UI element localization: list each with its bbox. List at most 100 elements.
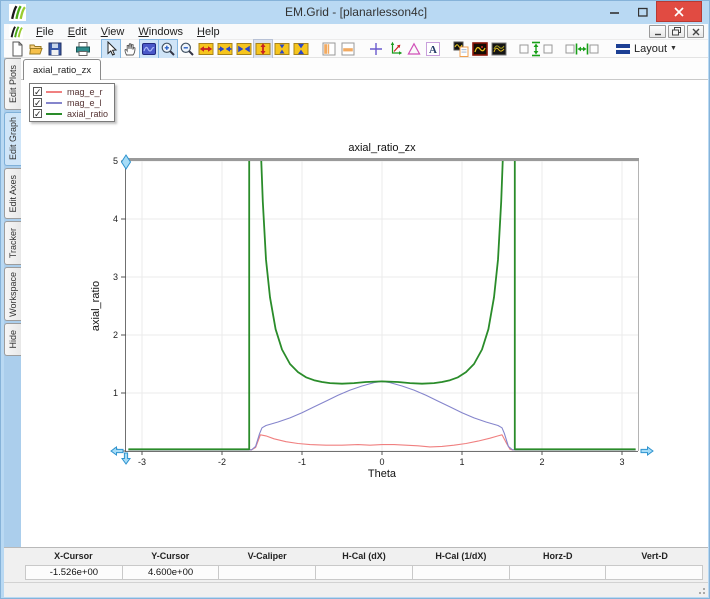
plot-overlay-dark-icon[interactable] (490, 40, 508, 58)
compress-x-icon[interactable] (216, 40, 234, 58)
edit-left-axis-icon[interactable] (320, 40, 338, 58)
header-x-cursor: X-Cursor (25, 551, 122, 564)
y-tick-label: 2 (113, 330, 118, 340)
open-file-icon[interactable] (27, 40, 45, 58)
compress-y-icon[interactable] (273, 40, 291, 58)
y-tick-label: 4 (113, 214, 118, 224)
expand-x-icon[interactable] (197, 40, 215, 58)
delta-marker-icon[interactable] (405, 40, 423, 58)
copy-plot-icon[interactable] (452, 40, 470, 58)
y-tick-label: 5 (113, 156, 118, 166)
app-window: EM.Grid - [planarlesson4c] File Edit Vie… (0, 0, 710, 599)
legend-item[interactable]: ✓ axial_ratio (33, 108, 108, 119)
side-tab-edit-plots[interactable]: Edit Plots (4, 58, 21, 110)
y-tick-label: 3 (113, 272, 118, 282)
side-tab-workspace[interactable]: Workspace (4, 267, 21, 321)
side-tab-edit-axes[interactable]: Edit Axes (4, 168, 21, 219)
add-cursor-icon[interactable] (367, 40, 385, 58)
value-x-cursor: -1.526e+00 (25, 565, 123, 580)
cursor-table-values: -1.526e+00 4.600e+00 (25, 565, 703, 580)
pointer-select-icon[interactable] (102, 40, 120, 58)
header-y-cursor: Y-Cursor (122, 551, 219, 564)
menu-edit[interactable]: Edit (61, 25, 94, 39)
value-h-cal-1dx (413, 565, 510, 580)
menu-bar: File Edit View Windows Help (4, 24, 708, 40)
tracker-arrow-top[interactable] (122, 155, 131, 169)
tracker-arrow-down[interactable] (122, 453, 130, 464)
legend-line-sample (46, 102, 62, 104)
menu-view[interactable]: View (94, 25, 132, 39)
edit-bottom-axis-icon[interactable] (339, 40, 357, 58)
legend-checkbox[interactable]: ✓ (33, 87, 42, 96)
zoom-out-icon[interactable] (178, 40, 196, 58)
zoom-in-icon[interactable] (159, 40, 177, 58)
pan-hand-icon[interactable] (121, 40, 139, 58)
layout-icon (615, 41, 631, 57)
mdi-window-buttons (649, 25, 704, 38)
x-tick-label: 0 (379, 457, 384, 467)
value-y-cursor: 4.600e+00 (123, 565, 220, 580)
mirror-y-icon[interactable] (292, 40, 310, 58)
zoom-region-icon[interactable] (140, 40, 158, 58)
plot-style-dark-icon[interactable] (471, 40, 489, 58)
maximize-button[interactable] (629, 1, 656, 22)
menu-file[interactable]: File (29, 25, 61, 39)
save-icon[interactable] (46, 40, 64, 58)
mdi-restore-button[interactable] (668, 25, 685, 38)
mdi-close-button[interactable] (687, 25, 704, 38)
plot-region: ✓ mag_e_r ✓ mag_e_l ✓ axial_ratio axial_… (21, 80, 708, 547)
legend-checkbox[interactable]: ✓ (33, 98, 42, 107)
layout-label: Layout (634, 43, 667, 55)
tracker-arrow-right[interactable] (641, 447, 653, 455)
x-tick-label: -3 (138, 457, 146, 467)
cursor-readout-panel: X-Cursor Y-Cursor V-Caliper H-Cal (dX) H… (4, 547, 708, 582)
svg-text:A: A (429, 44, 437, 56)
value-horz-d (510, 565, 607, 580)
value-h-cal-dx (316, 565, 413, 580)
side-tab-strip: Edit Plots Edit Graph Edit Axes Tracker … (4, 58, 21, 547)
resize-grip[interactable] (696, 585, 706, 595)
expand-y-icon[interactable] (254, 40, 272, 58)
maximize-icon (638, 7, 648, 17)
header-v-caliper: V-Caliper (219, 551, 316, 564)
value-vert-d (606, 565, 703, 580)
tab-axial-ratio-zx[interactable]: axial_ratio_zx (23, 59, 101, 80)
legend-checkbox[interactable]: ✓ (33, 109, 42, 118)
x-tick-label: -1 (298, 457, 306, 467)
legend-item[interactable]: ✓ mag_e_r (33, 86, 108, 97)
cursor-table-headers: X-Cursor Y-Cursor V-Caliper H-Cal (dX) H… (25, 551, 703, 564)
menu-windows[interactable]: Windows (131, 25, 190, 39)
close-button[interactable] (656, 1, 702, 22)
plot-legend: ✓ mag_e_r ✓ mag_e_l ✓ axial_ratio (29, 83, 115, 122)
new-document-icon[interactable] (8, 40, 26, 58)
layout-caret-icon: ▼ (670, 45, 677, 52)
side-tab-edit-graph[interactable]: Edit Graph (4, 112, 21, 166)
x-tick-label: 1 (459, 457, 464, 467)
x-tick-label: -2 (218, 457, 226, 467)
print-icon[interactable] (74, 40, 92, 58)
tool-bar: A Layout ▼ (4, 40, 708, 58)
match-horizontal-icon[interactable] (564, 40, 600, 58)
header-horz-d: Horz-D (509, 551, 606, 564)
mirror-x-icon[interactable] (235, 40, 253, 58)
mdi-minimize-button[interactable] (649, 25, 666, 38)
tracker-axes-icon[interactable] (386, 40, 404, 58)
header-h-cal-1dx: H-Cal (1/dX) (412, 551, 509, 564)
match-vertical-icon[interactable] (518, 40, 554, 58)
side-tab-hide[interactable]: Hide (4, 323, 21, 356)
legend-line-sample (46, 113, 62, 115)
value-v-caliper (219, 565, 316, 580)
add-text-icon[interactable]: A (424, 40, 442, 58)
side-tab-tracker[interactable]: Tracker (4, 221, 21, 265)
minimize-button[interactable] (601, 1, 629, 22)
x-tick-label: 3 (619, 457, 624, 467)
layout-menu-button[interactable]: Layout ▼ (610, 40, 682, 58)
document-logo-icon (9, 25, 23, 39)
y-tick-label: 1 (113, 388, 118, 398)
chart-svg[interactable]: -3-2-10123012345 (21, 80, 708, 547)
legend-line-sample (46, 91, 62, 93)
header-vert-d: Vert-D (606, 551, 703, 564)
menu-help[interactable]: Help (190, 25, 227, 39)
legend-item[interactable]: ✓ mag_e_l (33, 97, 108, 108)
close-icon (674, 7, 684, 17)
